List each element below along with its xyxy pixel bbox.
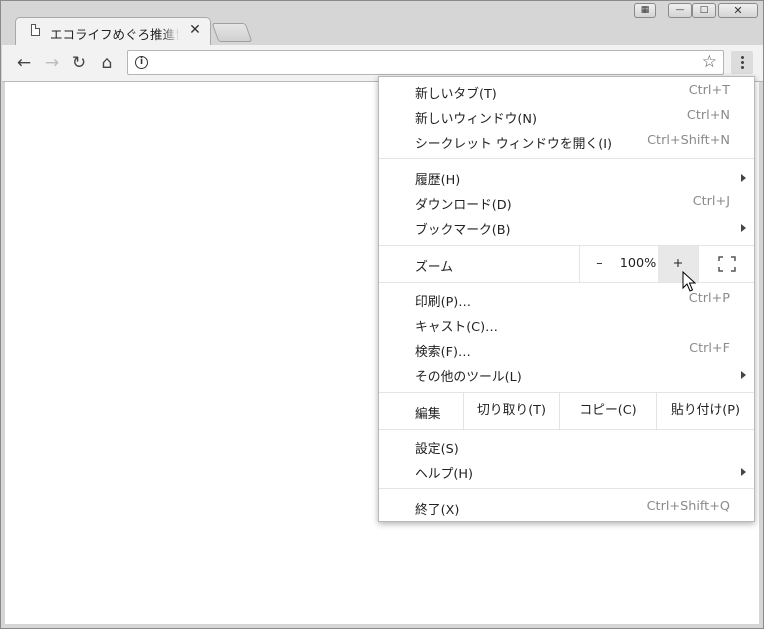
submenu-arrow-icon	[741, 371, 746, 379]
paste-label: 貼り付け(P)	[671, 403, 740, 418]
bookmark-star-icon[interactable]: ☆	[702, 52, 717, 72]
tab-active[interactable]: エコライフめぐろ推進協会 ✕	[15, 17, 211, 45]
menu-item-label: 印刷(P)…	[415, 295, 472, 310]
menu-item-label: ブックマーク(B)	[415, 223, 511, 238]
cut-button[interactable]: 切り取り(T)	[463, 393, 559, 429]
copy-button[interactable]: コピー(C)	[559, 393, 656, 429]
menu-item-shortcut: Ctrl+N	[686, 108, 730, 123]
menu-item-more-tools[interactable]: その他のツール(L)	[379, 362, 754, 386]
menu-item-shortcut: Ctrl+T	[688, 83, 730, 98]
menu-item-shortcut: Ctrl+Shift+N	[647, 133, 730, 148]
menu-item-label: 新しいタブ(T)	[415, 87, 497, 102]
menu-item-label: 新しいウィンドウ(N)	[415, 112, 537, 127]
menu-item-incognito[interactable]: シークレット ウィンドウを開く(I) Ctrl+Shift+N	[379, 129, 754, 153]
window-menu-button[interactable]: ▦	[634, 3, 656, 18]
menu-item-settings[interactable]: 設定(S)	[379, 434, 754, 458]
tab-close-icon[interactable]: ✕	[188, 22, 202, 38]
menu-item-label: その他のツール(L)	[415, 370, 522, 385]
menu-item-cast[interactable]: キャスト(C)…	[379, 312, 754, 336]
fullscreen-icon	[717, 255, 736, 272]
submenu-arrow-icon	[741, 468, 746, 476]
maximize-button[interactable]: □	[692, 3, 716, 18]
menu-item-label: 検索(F)…	[415, 345, 471, 360]
chrome-menu: 新しいタブ(T) Ctrl+T 新しいウィンドウ(N) Ctrl+N シークレッ…	[378, 76, 755, 522]
zoom-row: ズーム – 100% +	[379, 246, 754, 282]
menu-item-shortcut: Ctrl+J	[692, 194, 730, 209]
zoom-value: 100%	[615, 246, 661, 282]
menu-item-shortcut: Ctrl+Shift+Q	[646, 499, 730, 514]
menu-item-label: 履歴(H)	[415, 173, 461, 188]
chrome-menu-button[interactable]	[731, 51, 753, 74]
fullscreen-button[interactable]	[698, 246, 754, 282]
menu-item-label: ヘルプ(H)	[415, 467, 473, 482]
new-tab-button[interactable]	[211, 23, 253, 42]
tab-title: エコライフめぐろ推進協会	[50, 27, 180, 42]
home-icon[interactable]: ⌂	[97, 53, 117, 73]
address-bar[interactable]: i ☆	[127, 50, 724, 75]
menu-item-label: シークレット ウィンドウを開く(I)	[415, 137, 612, 152]
menu-item-find[interactable]: 検索(F)… Ctrl+F	[379, 337, 754, 361]
info-icon[interactable]: i	[135, 56, 148, 69]
mouse-cursor-icon	[682, 271, 696, 292]
menu-item-shortcut: Ctrl+P	[688, 291, 730, 306]
zoom-plus-icon: +	[672, 256, 684, 271]
menu-separator	[379, 488, 754, 489]
menu-item-new-tab[interactable]: 新しいタブ(T) Ctrl+T	[379, 79, 754, 103]
zoom-label: ズーム	[415, 260, 454, 275]
close-window-button[interactable]: ✕	[718, 3, 758, 18]
menu-item-label: ダウンロード(D)	[415, 198, 512, 213]
menu-item-label: 終了(X)	[415, 503, 460, 518]
menu-item-downloads[interactable]: ダウンロード(D) Ctrl+J	[379, 190, 754, 214]
submenu-arrow-icon	[741, 174, 746, 182]
document-icon	[31, 24, 40, 36]
zoom-out-button[interactable]: –	[579, 246, 619, 282]
menu-separator	[379, 158, 754, 159]
menu-separator	[379, 429, 754, 430]
minimize-button[interactable]: —	[668, 3, 692, 18]
menu-item-exit[interactable]: 終了(X) Ctrl+Shift+Q	[379, 495, 754, 519]
edit-row: 編集 切り取り(T) コピー(C) 貼り付け(P)	[379, 393, 754, 429]
menu-item-bookmarks[interactable]: ブックマーク(B)	[379, 215, 754, 239]
forward-icon[interactable]: →	[42, 53, 62, 73]
reload-icon[interactable]: ↻	[69, 53, 89, 73]
cut-label: 切り取り(T)	[477, 403, 546, 418]
back-icon[interactable]: ←	[14, 53, 34, 73]
zoom-value-text: 100%	[619, 256, 657, 271]
menu-item-label: 設定(S)	[415, 442, 459, 457]
copy-label: コピー(C)	[579, 403, 637, 418]
menu-item-new-window[interactable]: 新しいウィンドウ(N) Ctrl+N	[379, 104, 754, 128]
menu-item-label: キャスト(C)…	[415, 320, 498, 335]
menu-separator	[379, 282, 754, 283]
zoom-minus-icon: –	[596, 256, 603, 271]
menu-item-history[interactable]: 履歴(H)	[379, 165, 754, 189]
menu-item-help[interactable]: ヘルプ(H)	[379, 459, 754, 483]
menu-item-shortcut: Ctrl+F	[689, 341, 730, 356]
paste-button[interactable]: 貼り付け(P)	[656, 393, 754, 429]
edit-label: 編集	[415, 407, 441, 422]
menu-item-print[interactable]: 印刷(P)… Ctrl+P	[379, 287, 754, 311]
submenu-arrow-icon	[741, 224, 746, 232]
